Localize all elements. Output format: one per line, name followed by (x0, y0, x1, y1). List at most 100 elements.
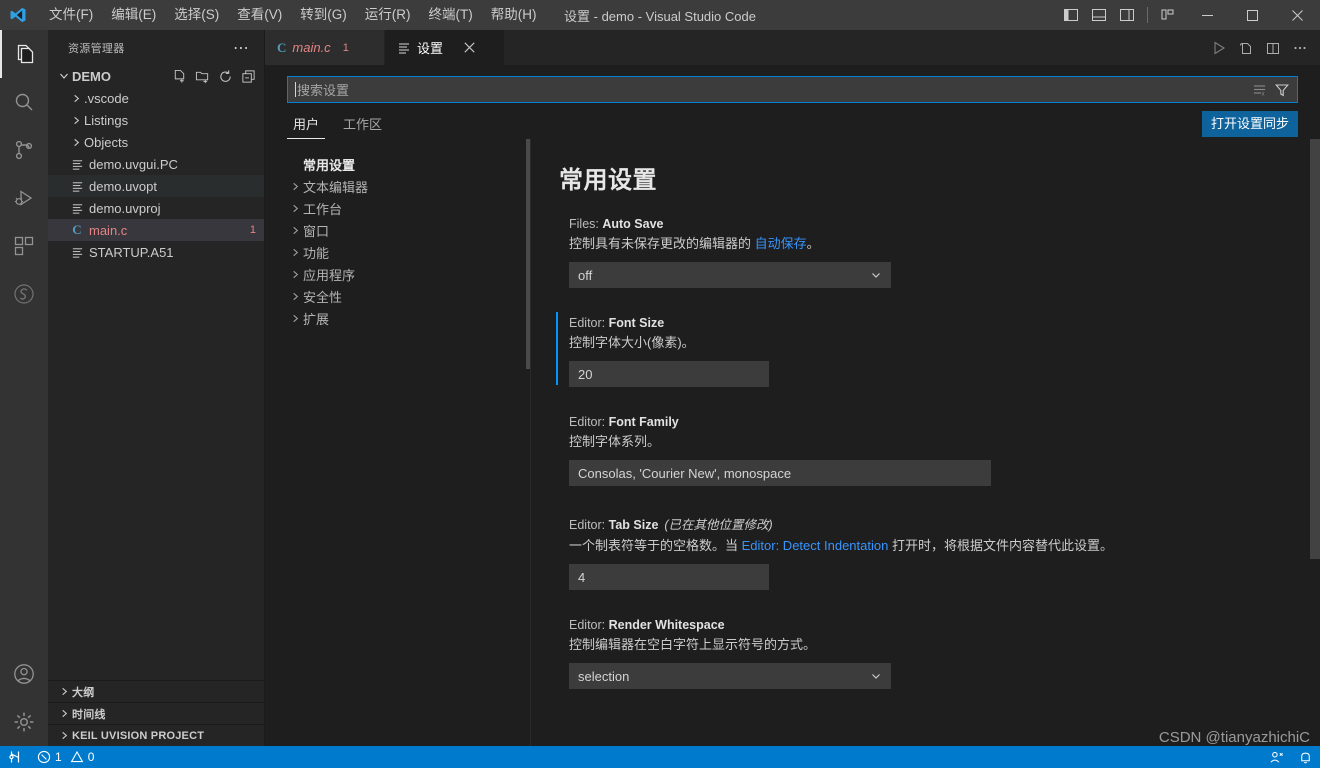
sidebar-panel-timeline[interactable]: 时间线 (48, 702, 264, 724)
tab-main-c[interactable]: C main.c 1 (265, 30, 385, 65)
tab-user[interactable]: 用户 (287, 114, 326, 139)
new-folder-icon[interactable] (195, 69, 210, 84)
menu-edit[interactable]: 编辑(E) (102, 1, 165, 29)
tree-row-selected[interactable]: C main.c 1 (48, 219, 264, 241)
toc-item-text-editor[interactable]: 文本编辑器 (265, 175, 530, 197)
chevron-right-icon (68, 93, 84, 104)
select-value: off (578, 267, 593, 283)
toc-item-security[interactable]: 安全性 (265, 285, 530, 307)
editor-tab-bar: C main.c 1 设置 (265, 30, 1320, 65)
setting-key: Editor: Font Family (569, 415, 1320, 429)
settings-search-box[interactable]: 搜索设置 x (287, 76, 1298, 103)
sidebar-panel-outline[interactable]: 大纲 (48, 680, 264, 702)
sidebar-panel-keil-project[interactable]: KEIL UVISION PROJECT (48, 724, 264, 746)
toc-item-features[interactable]: 功能 (265, 241, 530, 263)
toggle-panel-icon[interactable] (1086, 2, 1112, 28)
desc-link[interactable]: Editor: Detect Indentation (742, 538, 889, 553)
minimize-button[interactable] (1185, 0, 1230, 30)
new-file-icon[interactable] (172, 69, 187, 84)
status-notifications-bell-icon[interactable] (1291, 746, 1320, 768)
customize-layout-icon[interactable] (1155, 2, 1181, 28)
setting-select-editor-render-whitespace[interactable]: selection (569, 663, 891, 689)
split-editor-file-icon[interactable] (1234, 36, 1258, 60)
tree-row[interactable]: Objects (48, 131, 264, 153)
setting-input-editor-font-size[interactable]: 20 (569, 361, 769, 387)
folder-root-row[interactable]: DEMO (48, 65, 264, 87)
run-code-icon[interactable] (1207, 36, 1231, 60)
setting-input-editor-font-family[interactable]: Consolas, 'Courier New', monospace (569, 460, 991, 486)
status-feedback[interactable] (1262, 746, 1291, 768)
menu-go[interactable]: 转到(G) (291, 1, 356, 29)
activity-extensions[interactable] (0, 222, 48, 270)
desc-link[interactable]: 自动保存 (755, 236, 807, 251)
sidebar-title: 资源管理器 (68, 42, 125, 55)
menu-terminal[interactable]: 终端(T) (420, 1, 482, 29)
close-button[interactable] (1275, 0, 1320, 30)
split-editor-right-icon[interactable] (1261, 36, 1285, 60)
activity-source-control[interactable] (0, 126, 48, 174)
tab-workspace[interactable]: 工作区 (337, 114, 388, 139)
desc-text: 控制字体系列。 (569, 434, 661, 449)
setting-key: Editor: Font Size (569, 316, 1320, 330)
tree-row[interactable]: Listings (48, 109, 264, 131)
search-input[interactable]: 搜索设置 (297, 80, 1252, 99)
tree-row[interactable]: .vscode (48, 87, 264, 109)
tree-row[interactable]: demo.uvgui.PC (48, 153, 264, 175)
toc-label: 文本编辑器 (303, 179, 369, 195)
setting-input-editor-tab-size[interactable]: 4 (569, 564, 769, 590)
menu-view[interactable]: 查看(V) (228, 1, 291, 29)
clear-filters-icon[interactable]: x (1252, 82, 1268, 98)
setting-files-auto-save: Files: Auto Save 控制具有未保存更改的编辑器的 自动保存。 of… (559, 217, 1320, 288)
activity-run-debug[interactable] (0, 174, 48, 222)
filter-funnel-icon[interactable] (1274, 82, 1290, 98)
toc-item-commonly-used[interactable]: 常用设置 (265, 153, 530, 175)
toc-item-window[interactable]: 窗口 (265, 219, 530, 241)
setting-editor-render-whitespace: Editor: Render Whitespace 控制编辑器在空白字符上显示符… (559, 618, 1320, 689)
close-icon[interactable] (461, 40, 477, 56)
menu-selection[interactable]: 选择(S) (165, 1, 228, 29)
setting-key-name: Font Size (608, 316, 665, 330)
menu-run[interactable]: 运行(R) (356, 1, 420, 29)
desc-text: 打开时，将根据文件内容替代此设置。 (888, 538, 1113, 553)
toggle-primary-sidebar-icon[interactable] (1058, 2, 1084, 28)
chevron-right-icon (56, 686, 72, 697)
toc-label: 功能 (303, 245, 330, 261)
tree-row[interactable]: STARTUP.A51 (48, 241, 264, 263)
menu-help[interactable]: 帮助(H) (482, 1, 546, 29)
settings-list-scrollbar[interactable] (1310, 139, 1320, 746)
refresh-icon[interactable] (218, 69, 233, 84)
activity-explorer[interactable] (0, 30, 48, 78)
setting-editor-font-family: Editor: Font Family 控制字体系列。 Consolas, 'C… (559, 415, 1320, 486)
toc-item-workbench[interactable]: 工作台 (265, 197, 530, 219)
status-remote-window[interactable] (0, 746, 30, 768)
setting-select-files-auto-save[interactable]: off (569, 262, 891, 288)
title-bar-right (1058, 0, 1320, 30)
maximize-button[interactable] (1230, 0, 1275, 30)
toc-item-extensions[interactable]: 扩展 (265, 307, 530, 329)
setting-editor-tab-size: Editor: Tab Size (已在其他位置修改) 一个制表符等于的空格数。当… (559, 514, 1320, 590)
sidebar-panel-label: KEIL UVISION PROJECT (72, 729, 205, 742)
activity-manage-gear-icon[interactable] (0, 698, 48, 746)
c-file-icon: C (72, 222, 82, 237)
settings-toc: 常用设置 文本编辑器 工作台 窗口 功能 应用程序 安全性 扩展 (265, 139, 530, 746)
chevron-down-icon (870, 670, 882, 682)
input-value: Consolas, 'Courier New', monospace (578, 465, 792, 481)
menu-file[interactable]: 文件(F) (40, 1, 102, 29)
tree-item-label: Listings (84, 112, 129, 128)
activity-accounts[interactable] (0, 650, 48, 698)
turn-on-settings-sync-button[interactable]: 打开设置同步 (1201, 111, 1298, 137)
ellipsis-icon[interactable]: ⋯ (233, 38, 256, 58)
setting-description: 控制编辑器在空白字符上显示符号的方式。 (569, 636, 1320, 654)
activity-keil-assistant[interactable] (0, 270, 48, 318)
toc-scrollbar[interactable] (520, 139, 530, 746)
tab-settings[interactable]: 设置 (385, 30, 505, 65)
activity-search[interactable] (0, 78, 48, 126)
collapse-all-icon[interactable] (241, 69, 256, 84)
toggle-secondary-sidebar-icon[interactable] (1114, 2, 1140, 28)
status-problems[interactable]: 1 0 (30, 746, 101, 768)
more-actions-icon[interactable] (1288, 36, 1312, 60)
settings-scroll-thumb[interactable] (1310, 139, 1320, 559)
toc-item-application[interactable]: 应用程序 (265, 263, 530, 285)
tree-row[interactable]: demo.uvopt (48, 175, 264, 197)
tree-row[interactable]: demo.uvproj (48, 197, 264, 219)
